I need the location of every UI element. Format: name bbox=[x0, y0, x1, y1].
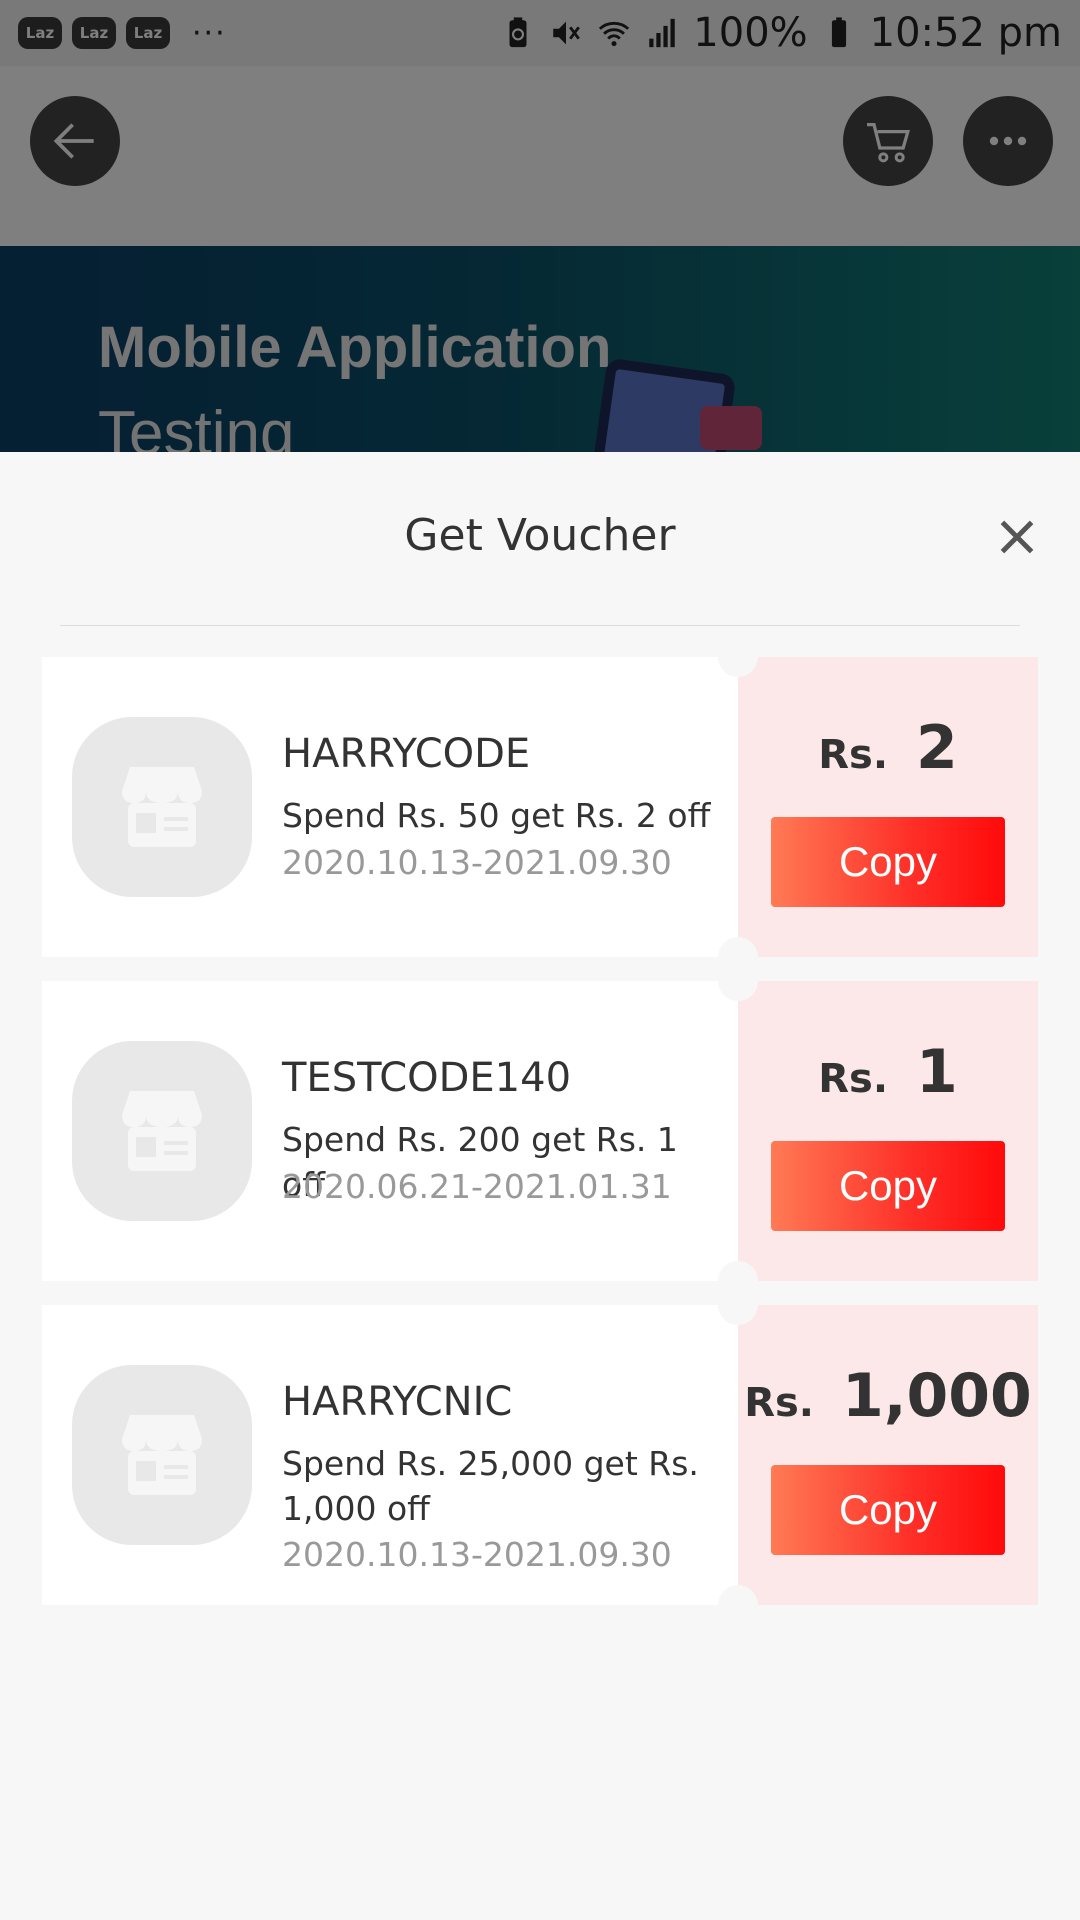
ticket-notch bbox=[718, 1585, 758, 1625]
amount-value: 1,000 bbox=[842, 1361, 1032, 1431]
voucher-sheet: Get Voucher HARRYCODE Spend Rs. 50 get R… bbox=[0, 452, 1080, 1920]
voucher-card: HARRYCNIC Spend Rs. 25,000 get Rs. 1,000… bbox=[42, 1285, 1038, 1625]
amount-value: 2 bbox=[916, 713, 958, 783]
store-icon bbox=[72, 717, 252, 897]
voucher-amount-panel: Rs. 1,000 Copy bbox=[718, 1285, 1038, 1625]
voucher-code: TESTCODE140 bbox=[282, 1055, 572, 1101]
voucher-card: HARRYCODE Spend Rs. 50 get Rs. 2 off 202… bbox=[42, 637, 1038, 977]
header-divider bbox=[60, 625, 1020, 626]
voucher-amount-panel: Rs. 1 Copy bbox=[718, 961, 1038, 1301]
currency-label: Rs. bbox=[818, 1056, 889, 1102]
voucher-description: Spend Rs. 50 get Rs. 2 off bbox=[282, 796, 711, 835]
voucher-description: Spend Rs. 25,000 get Rs. 1,000 off bbox=[282, 1444, 699, 1528]
copy-button[interactable]: Copy bbox=[771, 817, 1005, 907]
screen: Laz Laz Laz ··· 100% bbox=[0, 0, 1080, 1920]
voucher-validity: 2020.10.13-2021.09.30 bbox=[282, 843, 672, 882]
currency-label: Rs. bbox=[744, 1380, 814, 1426]
ticket-notch bbox=[718, 1285, 758, 1325]
close-button[interactable] bbox=[992, 512, 1042, 562]
voucher-validity: 2020.10.13-2021.09.30 bbox=[282, 1535, 672, 1574]
voucher-info: HARRYCODE Spend Rs. 50 get Rs. 2 off 202… bbox=[42, 657, 738, 957]
copy-button[interactable]: Copy bbox=[771, 1141, 1005, 1231]
voucher-validity: 2020.06.21-2021.01.31 bbox=[282, 1167, 672, 1206]
amount-value: 1 bbox=[916, 1037, 958, 1107]
voucher-code: HARRYCODE bbox=[282, 731, 531, 777]
ticket-notch bbox=[718, 637, 758, 677]
store-icon bbox=[72, 1365, 252, 1545]
currency-label: Rs. bbox=[818, 732, 889, 778]
dim-overlay[interactable] bbox=[0, 0, 1080, 452]
voucher-card: TESTCODE140 Spend Rs. 200 get Rs. 1 off … bbox=[42, 961, 1038, 1301]
voucher-amount-panel: Rs. 2 Copy bbox=[718, 637, 1038, 977]
voucher-amount: Rs. 1,000 bbox=[744, 1361, 1032, 1431]
sheet-header: Get Voucher bbox=[0, 452, 1080, 626]
copy-button[interactable]: Copy bbox=[771, 1465, 1005, 1555]
voucher-info: TESTCODE140 Spend Rs. 200 get Rs. 1 off … bbox=[42, 981, 738, 1281]
sheet-title: Get Voucher bbox=[404, 510, 676, 561]
voucher-code: HARRYCNIC bbox=[282, 1379, 513, 1425]
store-icon bbox=[72, 1041, 252, 1221]
voucher-amount: Rs. 1 bbox=[818, 1037, 958, 1107]
close-icon bbox=[1000, 520, 1034, 554]
ticket-notch bbox=[718, 961, 758, 1001]
voucher-info: HARRYCNIC Spend Rs. 25,000 get Rs. 1,000… bbox=[42, 1305, 738, 1605]
voucher-amount: Rs. 2 bbox=[818, 713, 958, 783]
